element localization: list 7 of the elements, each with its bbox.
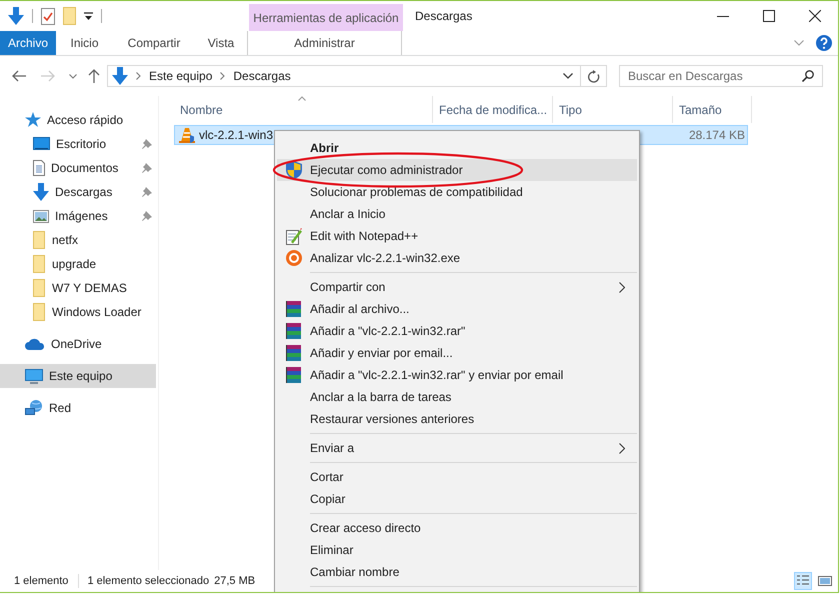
file-size: 28.174 KB	[688, 128, 746, 142]
window-title: Descargas	[415, 9, 474, 23]
context-tab-group-label: Herramientas de aplicación	[249, 4, 403, 31]
file-name: vlc-2.2.1-win3	[199, 128, 274, 142]
item-count: 1 elemento	[14, 575, 68, 587]
selection-count: 1 elemento seleccionado	[87, 575, 210, 587]
selection-size: 27,5 MB	[214, 575, 256, 587]
